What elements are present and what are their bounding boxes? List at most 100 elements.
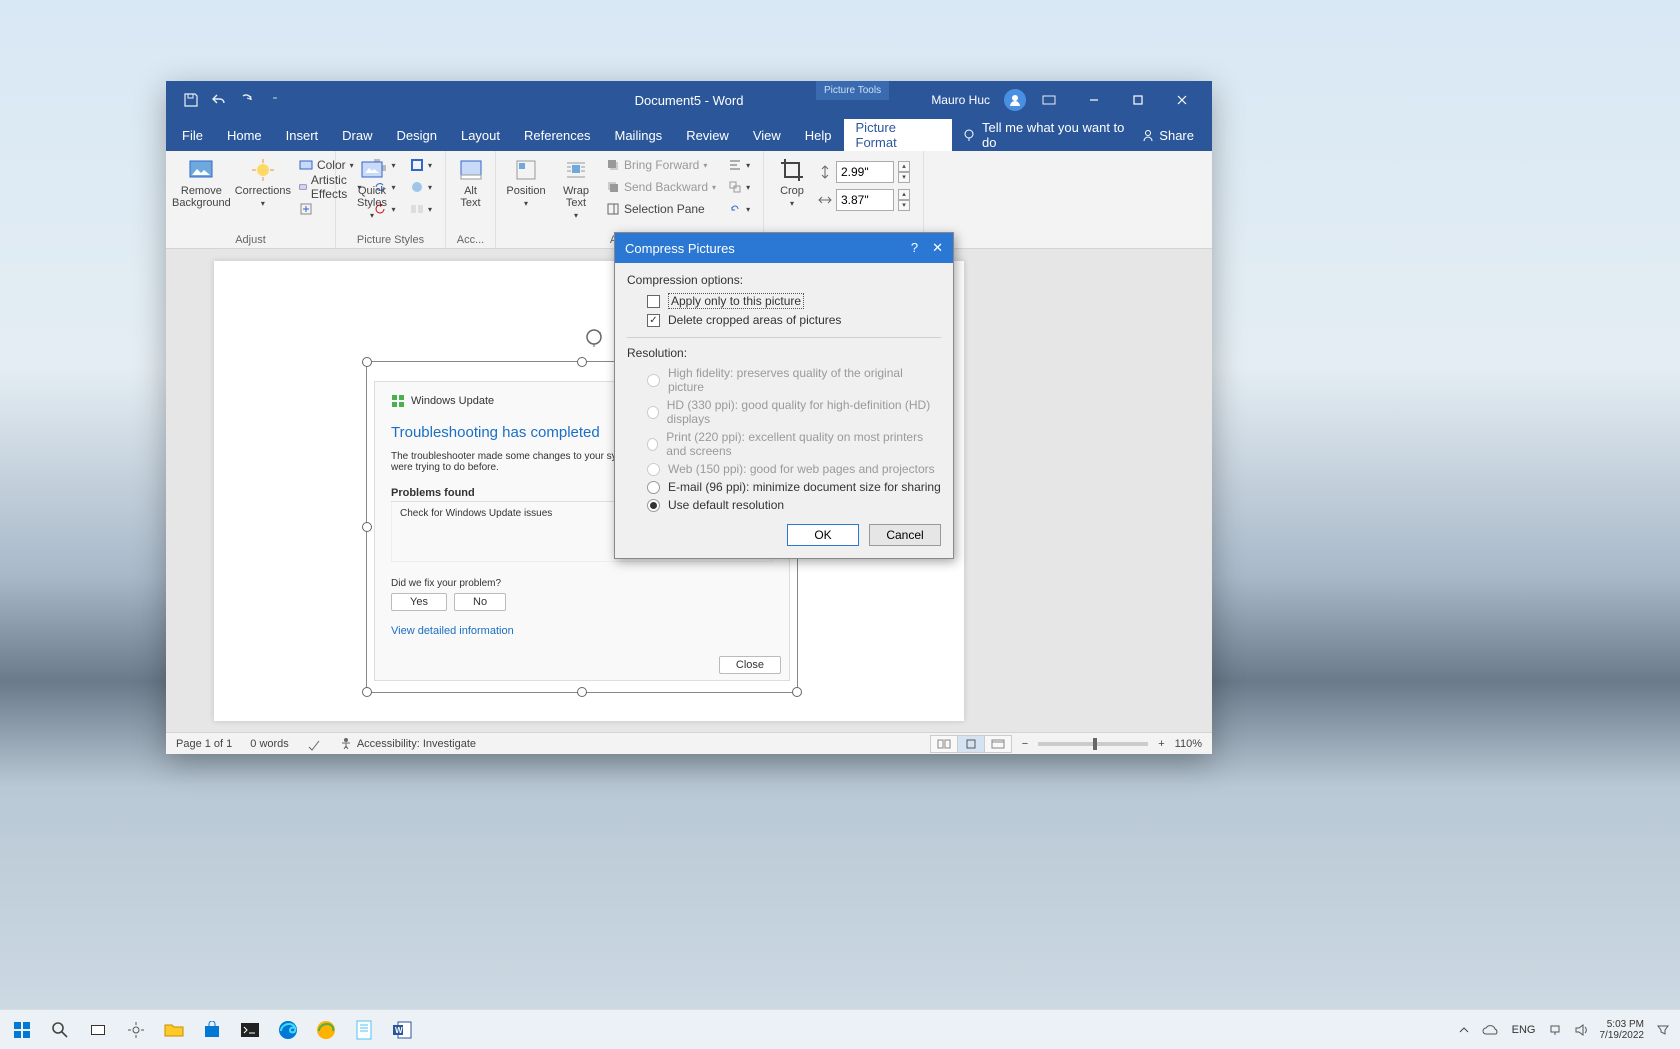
- edge-icon[interactable]: [276, 1018, 300, 1042]
- page-number[interactable]: Page 1 of 1: [176, 738, 232, 750]
- settings-icon[interactable]: [124, 1018, 148, 1042]
- onedrive-icon[interactable]: [1482, 1024, 1500, 1036]
- wrap-text-button[interactable]: Wrap Text▾: [554, 155, 598, 220]
- selection-pane-button[interactable]: Selection Pane: [602, 199, 720, 219]
- align-button[interactable]: ▾: [724, 155, 754, 175]
- quick-styles-button[interactable]: Quick Styles▾: [342, 155, 402, 220]
- print-layout-button[interactable]: [957, 735, 985, 753]
- notepad-icon[interactable]: [352, 1018, 376, 1042]
- bring-forward-button[interactable]: Bring Forward▾: [602, 155, 720, 175]
- dialog-title-bar[interactable]: Compress Pictures ? ✕: [615, 233, 953, 263]
- word-count[interactable]: 0 words: [250, 738, 289, 750]
- rotate-button[interactable]: ▾: [724, 199, 754, 219]
- width-up[interactable]: ▴: [898, 189, 910, 200]
- height-up[interactable]: ▴: [898, 161, 910, 172]
- artistic-icon: [299, 180, 307, 194]
- rotate-handle[interactable]: [584, 327, 604, 347]
- alt-text-button[interactable]: Alt Text: [452, 155, 489, 209]
- radio-web: Web (150 ppi): good for web pages and pr…: [647, 462, 941, 476]
- minimize-button[interactable]: [1072, 81, 1116, 119]
- height-input[interactable]: [836, 161, 894, 183]
- ribbon-display-icon[interactable]: [1040, 91, 1058, 109]
- tab-picture-format[interactable]: Picture Format: [844, 119, 953, 151]
- apply-only-checkbox[interactable]: [647, 295, 660, 308]
- zoom-out-button[interactable]: −: [1022, 738, 1028, 750]
- edge-canary-icon[interactable]: [314, 1018, 338, 1042]
- resize-handle[interactable]: [577, 357, 587, 367]
- tab-mailings[interactable]: Mailings: [603, 119, 675, 151]
- tray-chevron-icon[interactable]: [1458, 1024, 1470, 1036]
- height-down[interactable]: ▾: [898, 172, 910, 183]
- accessibility-status[interactable]: Accessibility: Investigate: [339, 737, 476, 751]
- tab-design[interactable]: Design: [385, 119, 449, 151]
- document-title: Document5 - Word: [635, 93, 744, 108]
- apply-only-checkbox-row[interactable]: Apply only to this picture: [647, 293, 941, 309]
- resize-handle[interactable]: [362, 687, 372, 697]
- zoom-slider[interactable]: [1038, 742, 1148, 746]
- resize-handle[interactable]: [577, 687, 587, 697]
- tab-draw[interactable]: Draw: [330, 119, 384, 151]
- picture-effects-button[interactable]: ▾: [406, 177, 436, 197]
- close-button[interactable]: [1160, 81, 1204, 119]
- file-explorer-icon[interactable]: [162, 1018, 186, 1042]
- share-button[interactable]: Share: [1141, 128, 1208, 143]
- clock[interactable]: 5:03 PM 7/19/2022: [1600, 1019, 1645, 1041]
- avatar[interactable]: [1004, 89, 1026, 111]
- maximize-button[interactable]: [1116, 81, 1160, 119]
- tab-review[interactable]: Review: [674, 119, 741, 151]
- volume-icon[interactable]: [1574, 1023, 1588, 1037]
- dialog-close-button[interactable]: ✕: [932, 240, 943, 256]
- language-indicator[interactable]: ENG: [1512, 1024, 1536, 1036]
- terminal-icon[interactable]: [238, 1018, 262, 1042]
- tab-view[interactable]: View: [741, 119, 793, 151]
- delete-cropped-checkbox[interactable]: ✓: [647, 314, 660, 327]
- resize-handle[interactable]: [792, 687, 802, 697]
- start-button[interactable]: [10, 1018, 34, 1042]
- zoom-level[interactable]: 110%: [1175, 738, 1202, 750]
- tab-home[interactable]: Home: [215, 119, 274, 151]
- position-button[interactable]: Position▾: [502, 155, 550, 208]
- tab-file[interactable]: File: [170, 119, 215, 151]
- send-backward-button[interactable]: Send Backward▾: [602, 177, 720, 197]
- width-down[interactable]: ▾: [898, 200, 910, 211]
- tab-layout[interactable]: Layout: [449, 119, 512, 151]
- resize-handle[interactable]: [362, 357, 372, 367]
- qat-more-icon[interactable]: ⁼: [266, 91, 284, 109]
- network-icon[interactable]: [1548, 1023, 1562, 1037]
- ok-button[interactable]: OK: [787, 524, 859, 546]
- cancel-button[interactable]: Cancel: [869, 524, 941, 546]
- tell-me-search[interactable]: Tell me what you want to do: [962, 120, 1141, 150]
- search-button[interactable]: [48, 1018, 72, 1042]
- user-name: Mauro Huc: [931, 93, 990, 107]
- tab-references[interactable]: References: [512, 119, 602, 151]
- zoom-in-button[interactable]: +: [1158, 738, 1164, 750]
- read-mode-button[interactable]: [930, 735, 958, 753]
- save-icon[interactable]: [182, 91, 200, 109]
- remove-background-button[interactable]: Remove Background: [172, 155, 231, 209]
- delete-cropped-checkbox-row[interactable]: ✓ Delete cropped areas of pictures: [647, 313, 941, 327]
- ts-close-button: Close: [719, 656, 781, 674]
- width-input[interactable]: [836, 189, 894, 211]
- word-icon[interactable]: W: [390, 1018, 414, 1042]
- dialog-help-button[interactable]: ?: [911, 240, 918, 256]
- picture-layout-button[interactable]: ▾: [406, 199, 436, 219]
- picture-border-button[interactable]: ▾: [406, 155, 436, 175]
- spell-check-icon[interactable]: [307, 737, 321, 751]
- resize-handle[interactable]: [362, 522, 372, 532]
- notifications-icon[interactable]: [1656, 1023, 1670, 1037]
- store-icon[interactable]: [200, 1018, 224, 1042]
- zoom-thumb[interactable]: [1093, 738, 1097, 750]
- corrections-button[interactable]: Corrections ▾: [235, 155, 291, 208]
- task-view-button[interactable]: [86, 1018, 110, 1042]
- group-button[interactable]: ▾: [724, 177, 754, 197]
- width-icon: [818, 193, 832, 207]
- undo-icon[interactable]: [210, 91, 228, 109]
- crop-button[interactable]: Crop▾: [770, 155, 814, 208]
- crop-icon: [779, 157, 805, 183]
- web-layout-button[interactable]: [984, 735, 1012, 753]
- tab-insert[interactable]: Insert: [274, 119, 331, 151]
- redo-icon[interactable]: [238, 91, 256, 109]
- radio-default[interactable]: Use default resolution: [647, 498, 941, 512]
- radio-email[interactable]: E-mail (96 ppi): minimize document size …: [647, 480, 941, 494]
- tab-help[interactable]: Help: [793, 119, 844, 151]
